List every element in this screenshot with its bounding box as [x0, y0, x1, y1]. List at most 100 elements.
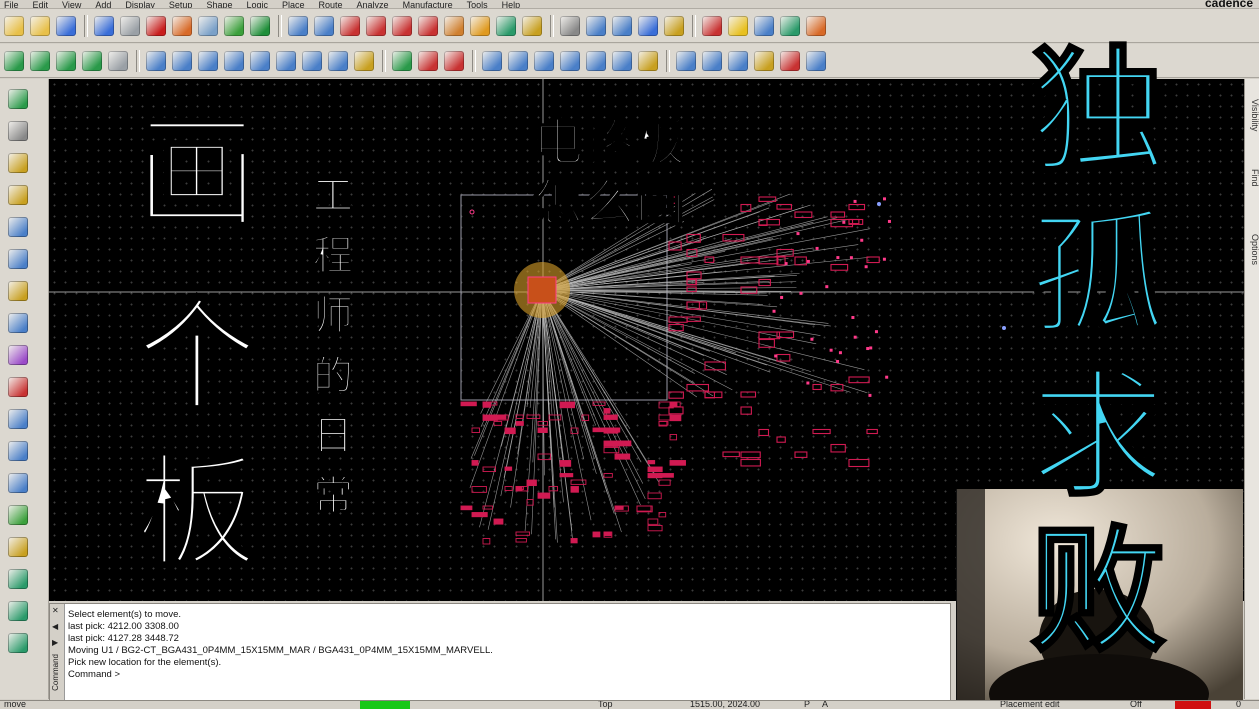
tab-options[interactable]: Options [1245, 234, 1259, 265]
menu-add[interactable]: Add [95, 0, 111, 8]
diff-pair-icon[interactable] [8, 569, 28, 589]
menu-logic[interactable]: Logic [246, 0, 268, 8]
menu-file[interactable]: File [4, 0, 19, 8]
spacing-icon[interactable] [560, 50, 580, 71]
constraint-icon[interactable] [664, 15, 684, 36]
menu-manufacture[interactable]: Manufacture [403, 0, 453, 8]
copy-icon[interactable] [120, 15, 140, 36]
menu-tools[interactable]: Tools [467, 0, 488, 8]
add-pin-icon[interactable] [8, 121, 28, 141]
undo-icon[interactable] [172, 15, 192, 36]
export-icon[interactable] [806, 15, 826, 36]
wave-icon[interactable] [702, 50, 722, 71]
paint-icon[interactable] [702, 15, 722, 36]
open-file-icon[interactable] [30, 15, 50, 36]
move-icon[interactable] [94, 15, 114, 36]
auto-route-icon[interactable] [8, 601, 28, 621]
frame-icon[interactable] [276, 50, 296, 71]
rect-icon[interactable] [172, 50, 192, 71]
zoom-in-icon[interactable] [366, 15, 386, 36]
menu-display[interactable]: Display [125, 0, 155, 8]
pin-icon[interactable] [224, 15, 244, 36]
assign-icon[interactable] [676, 50, 696, 71]
net-icon[interactable] [612, 50, 632, 71]
color-icon[interactable] [522, 15, 542, 36]
zoom-out-icon[interactable] [392, 15, 412, 36]
line-draw-icon[interactable] [8, 441, 28, 461]
place-quick-icon[interactable] [30, 50, 50, 71]
place-part-icon[interactable] [8, 89, 28, 109]
slide-icon[interactable] [508, 50, 528, 71]
component-icon[interactable] [392, 50, 412, 71]
delay-tune-icon[interactable] [8, 313, 28, 333]
shadow-icon[interactable] [560, 15, 580, 36]
zoom-world-icon[interactable] [418, 15, 438, 36]
fanout-icon[interactable] [328, 50, 348, 71]
drc-icon[interactable] [754, 15, 774, 36]
tab-find[interactable]: Find [1245, 169, 1259, 187]
label-icon[interactable] [8, 537, 28, 557]
highlight-icon[interactable] [728, 15, 748, 36]
circle-icon[interactable] [198, 50, 218, 71]
dimension-icon[interactable] [418, 50, 438, 71]
save-icon[interactable] [56, 15, 76, 36]
shape-icon[interactable] [224, 50, 244, 71]
menu-setup[interactable]: Setup [169, 0, 193, 8]
rect-draw-icon[interactable] [8, 473, 28, 493]
command-prompt[interactable]: Command > [68, 669, 493, 681]
menu-route[interactable]: Route [319, 0, 343, 8]
slide-route-icon[interactable] [8, 249, 28, 269]
redraw-icon[interactable] [444, 15, 464, 36]
route-icon[interactable] [482, 50, 502, 71]
3d-view-icon[interactable] [470, 15, 490, 36]
connect-icon[interactable] [8, 185, 28, 205]
stats-icon[interactable] [586, 15, 606, 36]
new-file-icon[interactable] [4, 15, 24, 36]
command-window[interactable]: ✕ ◀ ▶ Command Select element(s) to move.… [49, 603, 951, 701]
delay-icon[interactable] [534, 50, 554, 71]
menu-place[interactable]: Place [282, 0, 305, 8]
grid-toggle-icon[interactable] [314, 15, 334, 36]
swap-icon[interactable] [82, 50, 102, 71]
arrow-down-icon[interactable]: ▶ [52, 638, 58, 647]
trace-icon[interactable] [8, 633, 28, 653]
text-icon[interactable] [728, 50, 748, 71]
tab-visibility[interactable]: Visibility [1245, 99, 1259, 131]
image-icon[interactable] [806, 50, 826, 71]
menu-help[interactable]: Help [502, 0, 521, 8]
via-icon[interactable] [302, 50, 322, 71]
add-connect-icon[interactable] [586, 50, 606, 71]
redo-icon[interactable] [198, 15, 218, 36]
wave-icon[interactable] [8, 409, 28, 429]
layers-icon[interactable] [496, 15, 516, 36]
menu-edit[interactable]: Edit [33, 0, 49, 8]
check-icon[interactable] [780, 50, 800, 71]
bundle-icon[interactable] [638, 50, 658, 71]
spread-icon[interactable] [8, 345, 28, 365]
route-bus-icon[interactable] [8, 217, 28, 237]
info-icon[interactable] [638, 15, 658, 36]
place-auto-icon[interactable] [56, 50, 76, 71]
void-icon[interactable] [250, 50, 270, 71]
spread-icon[interactable] [780, 15, 800, 36]
measure-icon[interactable] [444, 50, 464, 71]
menu-view[interactable]: View [62, 0, 81, 8]
arrow-up-icon[interactable]: ◀ [52, 622, 58, 631]
place-manual-icon[interactable] [4, 50, 24, 71]
pad-icon[interactable] [8, 377, 28, 397]
text-add-icon[interactable] [8, 505, 28, 525]
menu-shape[interactable]: Shape [206, 0, 232, 8]
zoom-fit-icon[interactable] [340, 15, 360, 36]
grid-icon[interactable] [288, 15, 308, 36]
bus-icon[interactable] [354, 50, 374, 71]
report-icon[interactable] [612, 15, 632, 36]
unrats-icon[interactable] [250, 15, 270, 36]
close-icon[interactable]: ✕ [52, 606, 59, 615]
swap-pin-icon[interactable] [8, 153, 28, 173]
fanout-route-icon[interactable] [8, 281, 28, 301]
lock-icon[interactable] [754, 50, 774, 71]
delete-icon[interactable] [146, 15, 166, 36]
line-icon[interactable] [146, 50, 166, 71]
menu-analyze[interactable]: Analyze [357, 0, 389, 8]
group-icon[interactable] [108, 50, 128, 71]
